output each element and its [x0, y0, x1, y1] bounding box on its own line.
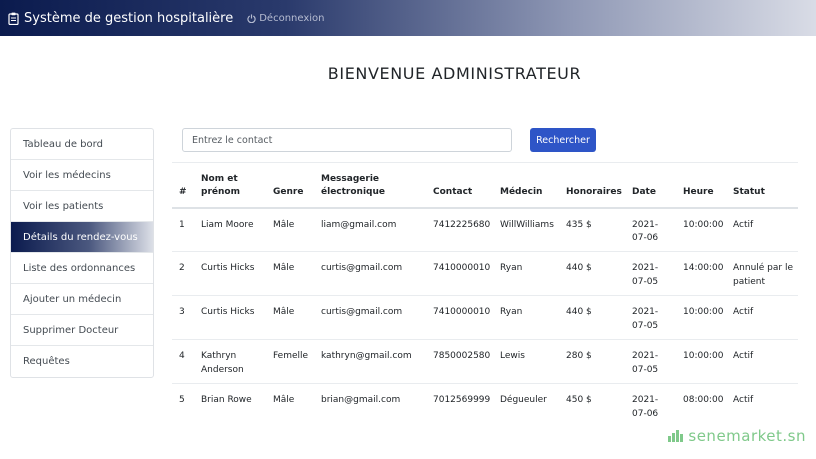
cell-fees: 440 $ — [559, 251, 625, 296]
sidebar-item-add-doctor[interactable]: Ajouter un médecin — [11, 284, 153, 315]
sidebar-item-prescriptions[interactable]: Liste des ordonnances — [11, 253, 153, 284]
cell-email: liam@gmail.com — [321, 219, 397, 230]
table-row: 4 Kathryn Anderson Femelle kathryn@gmail… — [172, 339, 798, 384]
cell-name: Kathryn Anderson — [194, 339, 266, 384]
cell-contact: 7410000010 — [426, 295, 493, 340]
cell-num: 4 — [172, 339, 194, 384]
col-header-name: Nom et prénom — [194, 162, 266, 209]
cell-time: 14:00:00 — [676, 251, 726, 296]
cell-date: 2021-07-06 — [625, 383, 676, 428]
col-header-fees: Honoraires — [559, 162, 625, 209]
bar-chart-icon — [668, 430, 684, 442]
cell-time: 10:00:00 — [676, 339, 726, 384]
cell-email: kathryn@gmail.com — [314, 339, 426, 384]
table-row: 1 Liam Moore Mâle liam@gmail.com 7412225… — [172, 208, 798, 252]
cell-name: Brian Rowe — [194, 383, 266, 428]
col-header-date: Date — [625, 162, 676, 209]
col-header-email: Messagerie électronique — [314, 162, 426, 209]
cell-gender: Mâle — [266, 295, 314, 340]
brand[interactable]: Système de gestion hospitalière — [8, 11, 233, 26]
cell-gender: Mâle — [266, 251, 314, 296]
cell-name: Liam Moore — [201, 219, 254, 230]
col-header-doctor: Médecin — [493, 162, 559, 209]
col-header-contact: Contact — [426, 162, 493, 209]
logout-label: Déconnexion — [259, 12, 325, 24]
col-header-gender: Genre — [266, 162, 314, 209]
cell-doctor: Ryan — [493, 295, 559, 340]
cell-fees: 280 $ — [559, 339, 625, 384]
col-header-status: Statut — [726, 162, 798, 209]
cell-contact: 7850002580 — [426, 339, 493, 384]
sidebar-item-doctors[interactable]: Voir les médecins — [11, 160, 153, 191]
cell-num: 2 — [172, 251, 194, 296]
cell-fees: 440 $ — [559, 295, 625, 340]
top-navbar: Système de gestion hospitalière Déconnex… — [0, 0, 816, 36]
search-input[interactable] — [182, 128, 512, 152]
cell-num: 5 — [172, 383, 194, 428]
sidebar-item-dashboard[interactable]: Tableau de bord — [11, 129, 153, 160]
cell-doctor: Lewis — [493, 339, 559, 384]
watermark-logo: senemarket.sn — [668, 427, 806, 445]
cell-date: 2021-07-05 — [625, 339, 676, 384]
page-title: BIENVENUE ADMINISTRATEUR — [327, 64, 582, 83]
cell-time: 10:00:00 — [676, 295, 726, 340]
sidebar-item-delete-doctor[interactable]: Supprimer Docteur — [11, 315, 153, 346]
cell-gender: Mâle — [273, 219, 295, 230]
cell-gender: Femelle — [266, 339, 314, 384]
cell-fees: 450 $ — [559, 383, 625, 428]
cell-name: Curtis Hicks — [194, 295, 266, 340]
cell-contact: 7412225680 — [433, 219, 491, 230]
sidebar-item-patients[interactable]: Voir les patients — [11, 191, 153, 222]
sidebar-item-queries[interactable]: Requêtes — [11, 346, 153, 377]
appointments-table: # Nom et prénom Genre Messagerie électro… — [172, 162, 798, 428]
brand-title: Système de gestion hospitalière — [24, 10, 234, 26]
power-icon — [247, 13, 256, 23]
cell-status: Actif — [726, 295, 798, 340]
cell-date: 2021-07-05 — [625, 251, 676, 296]
sidebar-item-appointments[interactable]: Détails du rendez-vous — [11, 222, 153, 253]
cell-doctor: Ryan — [493, 251, 559, 296]
appointments-table-wrap: # Nom et prénom Genre Messagerie électro… — [172, 162, 798, 428]
cell-status: Actif — [733, 219, 754, 230]
cell-email: curtis@gmail.com — [314, 295, 426, 340]
col-header-num: # — [172, 162, 194, 209]
table-row: 3 Curtis Hicks Mâle curtis@gmail.com 741… — [172, 295, 798, 340]
cell-status: Actif — [726, 339, 798, 384]
cell-date: 2021-07-06 — [632, 219, 659, 244]
cell-contact: 7410000010 — [426, 251, 493, 296]
cell-gender: Mâle — [266, 383, 314, 428]
table-row: 2 Curtis Hicks Mâle curtis@gmail.com 741… — [172, 251, 798, 296]
search-button[interactable]: Rechercher — [530, 128, 596, 152]
table-row: 5 Brian Rowe Mâle brian@gmail.com 701256… — [172, 383, 798, 428]
logout-link[interactable]: Déconnexion — [247, 12, 325, 24]
cell-date: 2021-07-05 — [625, 295, 676, 340]
cell-fees: 435 $ — [566, 219, 592, 230]
cell-doctor: WillWilliams — [500, 219, 554, 230]
cell-email: curtis@gmail.com — [314, 251, 426, 296]
watermark-text: senemarket.sn — [688, 427, 806, 445]
cell-time: 10:00:00 — [683, 219, 724, 230]
cell-name: Curtis Hicks — [194, 251, 266, 296]
cell-contact: 7012569999 — [426, 383, 493, 428]
cell-status: Actif — [726, 383, 798, 428]
cell-num: 3 — [172, 295, 194, 340]
cell-status: Annulé par le patient — [726, 251, 798, 296]
cell-doctor: Dégueuler — [493, 383, 559, 428]
table-header-row: # Nom et prénom Genre Messagerie électro… — [172, 162, 798, 209]
cell-num: 1 — [179, 219, 185, 230]
col-header-time: Heure — [676, 162, 726, 209]
cell-time: 08:00:00 — [676, 383, 726, 428]
clipboard-icon — [8, 12, 19, 25]
cell-email: brian@gmail.com — [314, 383, 426, 428]
sidebar: Tableau de bord Voir les médecins Voir l… — [10, 128, 154, 378]
